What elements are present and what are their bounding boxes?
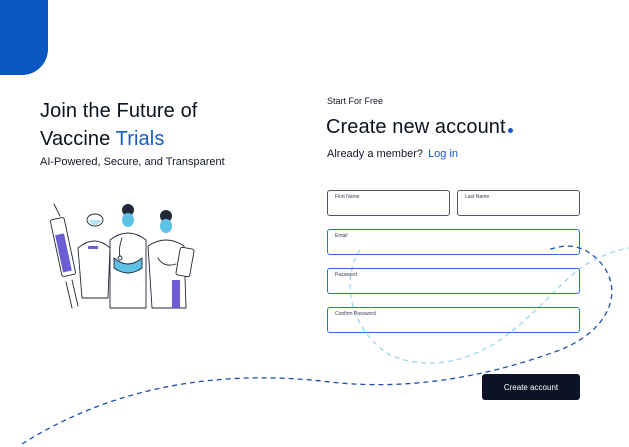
hero-headline-accent: Trials xyxy=(115,128,165,150)
title-dot-icon xyxy=(507,128,513,133)
password-field[interactable]: Password xyxy=(327,268,580,294)
doctors-with-vaccine-syringe-illustration xyxy=(50,203,195,309)
last-name-label: Last Name xyxy=(465,194,490,200)
form-kicker: Start For Free xyxy=(327,96,384,106)
brand-corner-shape xyxy=(0,0,48,75)
confirm-password-input[interactable] xyxy=(334,318,573,330)
email-field[interactable]: Email xyxy=(327,229,580,255)
last-name-field[interactable]: Last Name xyxy=(457,190,580,216)
hero-tagline: AI-Powered, Secure, and Transparent xyxy=(40,156,225,168)
login-link[interactable]: Log in xyxy=(428,148,458,160)
member-prompt-row: Already a member? Log in xyxy=(327,148,458,160)
hero-headline-line2: Vaccine Trials xyxy=(40,125,197,153)
confirm-password-label: Confirm Password xyxy=(335,311,376,317)
hero-headline-line1: Join the Future of xyxy=(40,100,198,122)
confirm-password-field[interactable]: Confirm Password xyxy=(327,307,580,333)
form-title-text: Create new account xyxy=(326,116,506,138)
create-account-button[interactable]: Create account xyxy=(482,374,580,400)
password-label: Password xyxy=(335,272,357,278)
first-name-input[interactable] xyxy=(334,201,443,213)
email-input[interactable] xyxy=(334,240,573,252)
password-input[interactable] xyxy=(334,279,573,291)
form-title: Create new account xyxy=(326,116,513,139)
hero-headline-prefix: Vaccine xyxy=(40,128,111,150)
first-name-field[interactable]: First Name xyxy=(327,190,450,216)
email-label: Email xyxy=(335,233,348,239)
first-name-label: First Name xyxy=(335,194,360,200)
last-name-input[interactable] xyxy=(464,201,573,213)
hero-headline: Join the Future of Vaccine Trials xyxy=(40,97,197,153)
member-prompt: Already a member? xyxy=(327,148,423,160)
